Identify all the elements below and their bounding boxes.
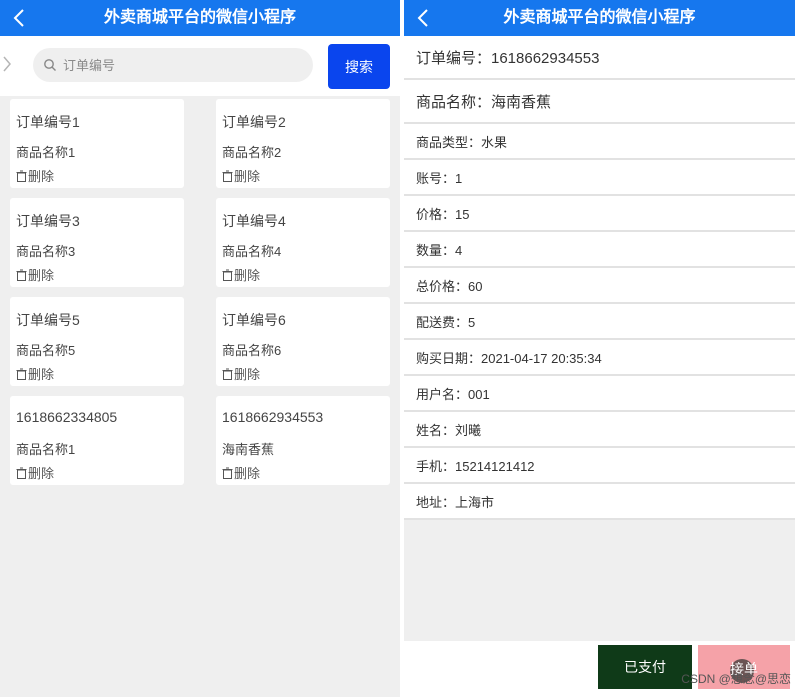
card-order-no: 订单编号1 [16,114,80,130]
search-field[interactable] [33,48,313,82]
order-detail-page: 外卖商城平台的微信小程序 订单编号：1618662934553 商品名称：海南香… [404,0,795,697]
delete-button[interactable]: 删除 [16,166,54,185]
search-button[interactable]: 搜索 [328,44,390,89]
delete-label: 删除 [28,268,55,283]
bottom-action-bar: 已支付 接单 [404,641,795,697]
detail-address: 地址：上海市 [404,484,795,520]
delete-label: 删除 [234,169,261,184]
delete-button[interactable]: 删除 [16,463,54,482]
detail-order-no: 订单编号：1618662934553 [404,36,795,80]
detail-purchase-date: 购买日期：2021-04-17 20:35:34 [404,340,795,376]
card-order-no: 订单编号6 [222,312,286,328]
detail-account: 账号：1 [404,160,795,196]
detail-list: 订单编号：1618662934553 商品名称：海南香蕉 商品类型：水果 账号：… [404,36,795,520]
order-card[interactable]: 订单编号3 商品名称3 删除 [10,198,184,287]
delete-button[interactable]: 删除 [222,265,260,284]
top-bar: 外卖商城平台的微信小程序 [404,0,795,36]
trash-icon [222,269,233,281]
delete-button[interactable]: 删除 [222,364,260,383]
card-product-name: 商品名称2 [222,145,282,160]
trash-icon [222,467,233,479]
search-input[interactable] [63,57,293,73]
order-card[interactable]: 订单编号1 商品名称1 删除 [10,99,184,188]
order-card[interactable]: 1618662334805 商品名称1 删除 [10,396,184,485]
card-order-no: 订单编号4 [222,213,286,229]
detail-name: 姓名：刘曦 [404,412,795,448]
detail-product-type: 商品类型：水果 [404,124,795,160]
delete-button[interactable]: 删除 [16,364,54,383]
trash-icon [222,368,233,380]
delete-label: 删除 [28,169,55,184]
page-title: 外卖商城平台的微信小程序 [103,9,296,26]
trash-icon [16,170,27,182]
order-list-page: 外卖商城平台的微信小程序 搜索 订单编号1 商品名称1 删除 订单编号2 [0,0,400,697]
detail-product-name: 商品名称：海南香蕉 [404,80,795,124]
screenshot: 外卖商城平台的微信小程序 搜索 订单编号1 商品名称1 删除 订单编号2 [0,0,805,697]
chevron-right-icon[interactable] [2,55,16,75]
page-title: 外卖商城平台的微信小程序 [503,9,696,26]
card-order-no: 订单编号3 [16,213,80,229]
trash-icon [16,269,27,281]
order-card[interactable]: 订单编号5 商品名称5 删除 [10,297,184,386]
card-product-name: 商品名称6 [222,343,282,358]
order-card[interactable]: 1618662934553 海南香蕉 删除 [216,396,390,485]
detail-quantity: 数量：4 [404,232,795,268]
back-arrow-icon[interactable] [8,5,30,31]
delete-label: 删除 [28,367,55,382]
order-card[interactable]: 订单编号2 商品名称2 删除 [216,99,390,188]
card-product-name: 海南香蕉 [222,442,275,457]
top-bar: 外卖商城平台的微信小程序 [0,0,400,36]
delete-button[interactable]: 删除 [222,166,260,185]
detail-total-price: 总价格：60 [404,268,795,304]
search-icon [43,58,57,72]
delete-label: 删除 [234,367,261,382]
card-order-no: 订单编号5 [16,312,80,328]
delete-label: 删除 [28,466,55,481]
detail-phone: 手机：15214121412 [404,448,795,484]
detail-username: 用户名：001 [404,376,795,412]
detail-delivery-fee: 配送费：5 [404,304,795,340]
card-product-name: 商品名称4 [222,244,282,259]
back-arrow-icon[interactable] [412,5,434,31]
order-card[interactable]: 订单编号6 商品名称6 删除 [216,297,390,386]
trash-icon [16,368,27,380]
watermark: CSDN @想念@思恋 [681,672,791,686]
card-order-no: 1618662334805 [16,409,118,425]
delete-label: 删除 [234,466,261,481]
card-product-name: 商品名称5 [16,343,76,358]
paid-button[interactable]: 已支付 [598,645,692,689]
card-product-name: 商品名称1 [16,442,76,457]
card-product-name: 商品名称1 [16,145,76,160]
card-product-name: 商品名称3 [16,244,76,259]
detail-price: 价格：15 [404,196,795,232]
card-order-no: 1618662934553 [222,409,324,425]
order-card[interactable]: 订单编号4 商品名称4 删除 [216,198,390,287]
delete-label: 删除 [234,268,261,283]
trash-icon [222,170,233,182]
delete-button[interactable]: 删除 [16,265,54,284]
trash-icon [16,467,27,479]
search-bar: 搜索 [0,36,400,96]
delete-button[interactable]: 删除 [222,463,260,482]
card-order-no: 订单编号2 [222,114,286,130]
